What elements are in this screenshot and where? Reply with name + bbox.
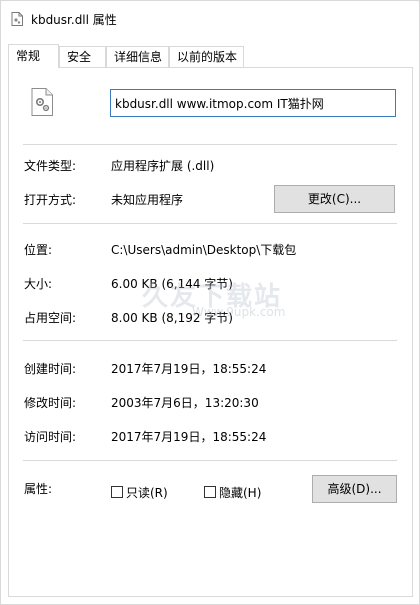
file-type-label: 文件类型: xyxy=(24,159,77,173)
size-on-disk-value: 8.00 KB (8,192 字节) xyxy=(111,311,233,325)
size-value: 6.00 KB (6,144 字节) xyxy=(111,277,233,291)
location-value: C:\Users\admin\Desktop\下载包 xyxy=(111,243,297,257)
separator xyxy=(23,340,397,341)
modified-label: 修改时间: xyxy=(24,396,77,410)
dll-file-icon xyxy=(31,88,53,116)
tab-label: 以前的版本 xyxy=(177,50,238,64)
advanced-button[interactable]: 高级(D)... xyxy=(312,475,397,503)
file-name-input[interactable] xyxy=(110,89,396,117)
general-panel: 文件类型: 应用程序扩展 (.dll) 打开方式: 未知应用程序 更改(C)..… xyxy=(8,67,413,597)
tab-label: 安全 xyxy=(67,50,92,64)
properties-window: kbdusr.dll 属性 常规 安全 详细信息 以前的版本 文件类型: 应用程… xyxy=(0,0,420,605)
separator xyxy=(23,144,397,145)
window-title: kbdusr.dll 属性 xyxy=(31,13,117,27)
accessed-value: 2017年7月19日，18:55:24 xyxy=(111,430,267,444)
size-label: 大小: xyxy=(24,277,53,291)
location-label: 位置: xyxy=(24,243,53,257)
tab-general[interactable]: 常规 xyxy=(8,44,59,68)
created-label: 创建时间: xyxy=(24,362,77,376)
separator xyxy=(23,223,397,224)
attributes-label: 属性: xyxy=(24,482,53,496)
open-with-label: 打开方式: xyxy=(24,193,77,207)
separator xyxy=(23,460,397,461)
hidden-label: 隐藏(H) xyxy=(219,486,262,500)
readonly-label: 只读(R) xyxy=(126,486,168,500)
tab-label: 详细信息 xyxy=(114,50,163,64)
created-value: 2017年7月19日，18:55:24 xyxy=(111,362,267,376)
title-bar: kbdusr.dll 属性 xyxy=(1,1,419,37)
tab-previous-versions[interactable]: 以前的版本 xyxy=(169,46,244,67)
change-button[interactable]: 更改(C)... xyxy=(274,185,395,213)
accessed-label: 访问时间: xyxy=(24,430,77,444)
tab-details[interactable]: 详细信息 xyxy=(106,46,169,67)
checkbox-box[interactable] xyxy=(111,486,123,498)
tab-security[interactable]: 安全 xyxy=(59,46,106,67)
size-on-disk-label: 占用空间: xyxy=(24,311,77,325)
file-icon xyxy=(11,12,23,26)
file-type-value: 应用程序扩展 (.dll) xyxy=(111,159,215,173)
open-with-value: 未知应用程序 xyxy=(111,193,184,207)
modified-value: 2003年7月6日，13:20:30 xyxy=(111,396,259,410)
checkbox-box[interactable] xyxy=(204,486,216,498)
tab-label: 常规 xyxy=(16,49,41,63)
